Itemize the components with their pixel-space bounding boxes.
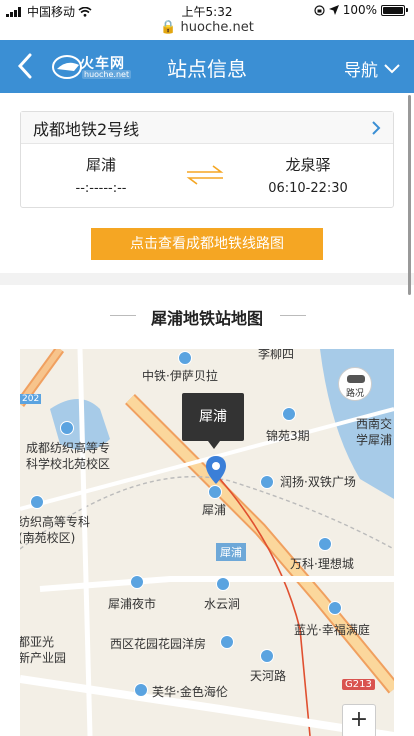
location-icon xyxy=(328,5,339,15)
traffic-label: 路况 xyxy=(345,389,364,399)
station-tooltip: 犀浦 xyxy=(182,393,244,449)
line-card[interactable]: 成都地铁2号线 犀浦 --:-----:-- 龙泉驿 06:10-22:30 xyxy=(20,111,394,208)
orientation-lock-icon xyxy=(314,4,325,16)
map-label: 万科·理想城 xyxy=(290,557,354,571)
map-label: 科学校北苑校区 xyxy=(26,457,111,471)
poi-icon xyxy=(318,537,332,551)
poi-icon xyxy=(220,635,234,649)
poi-icon xyxy=(130,575,144,589)
line-header[interactable]: 成都地铁2号线 xyxy=(21,112,393,144)
station-row: 犀浦 --:-----:-- 龙泉驿 06:10-22:30 xyxy=(21,144,393,208)
battery-percent: 100% xyxy=(342,3,377,17)
poi-icon xyxy=(178,351,192,365)
map-label: 润扬·双铁广场 xyxy=(280,475,356,489)
metro-station-icon xyxy=(208,485,222,499)
app-header: 火车网 huoche.net 站点信息 导航 xyxy=(0,40,414,93)
map-label: 成都纺织高等专 xyxy=(26,441,111,455)
url-bar[interactable]: 🔒 huoche.net xyxy=(0,20,414,35)
map-label: 都亚光 xyxy=(20,635,55,649)
map-pin-icon[interactable] xyxy=(205,455,227,485)
map-label: 锦苑3期 xyxy=(266,429,310,443)
traffic-icon xyxy=(347,375,365,383)
station-map[interactable]: 202 李柳四 中铁·伊萨贝拉 西南交 学犀浦 锦苑3期 成都纺织高等专 科学校… xyxy=(20,349,394,736)
map-label: 李柳四 xyxy=(258,349,295,361)
to-station-time: 06:10-22:30 xyxy=(268,181,348,196)
from-station-name: 犀浦 xyxy=(85,156,116,174)
station-map-section: 犀浦地铁站地图 202 李柳四 中铁·伊萨贝拉 西南交 学犀浦 锦苑3期 成都纺… xyxy=(0,285,414,736)
battery-tip xyxy=(406,8,408,12)
from-station-block: 犀浦 --:-----:-- xyxy=(51,154,151,196)
poi-icon xyxy=(30,495,44,509)
map-label: 西区花园花园洋房 xyxy=(110,637,207,651)
road-name-tag: 犀浦 xyxy=(216,543,246,561)
lock-icon: 🔒 xyxy=(160,20,177,35)
poi-icon xyxy=(134,683,148,697)
to-station-block: 龙泉驿 06:10-22:30 xyxy=(253,154,363,196)
map-label: 中铁·伊萨贝拉 xyxy=(142,369,218,383)
map-label: 西南交 xyxy=(356,417,393,431)
line-name: 成都地铁2号线 xyxy=(33,119,140,139)
poi-icon xyxy=(216,577,230,591)
map-label: 新产业园 xyxy=(20,651,67,665)
map-label: (南苑校区) xyxy=(20,531,76,545)
from-station-time: --:-----:-- xyxy=(75,181,127,196)
page-scrollbar[interactable] xyxy=(408,95,411,295)
url-text: huoche.net xyxy=(180,20,254,35)
map-label: 犀浦 xyxy=(202,503,227,517)
poi-icon xyxy=(328,601,342,615)
nav-menu-button[interactable]: 导航 xyxy=(344,56,400,81)
map-label: 水云涧 xyxy=(204,597,241,611)
chevron-down-icon xyxy=(384,63,400,73)
road-number-tag: 202 xyxy=(20,394,42,404)
traffic-toggle[interactable]: 路况 xyxy=(338,367,372,401)
poi-icon xyxy=(260,649,274,663)
battery-icon xyxy=(381,4,405,16)
title-divider-right xyxy=(280,315,306,316)
poi-icon xyxy=(260,475,274,489)
line-info-section: 成都地铁2号线 犀浦 --:-----:-- 龙泉驿 06:10-22:30 点… xyxy=(0,93,414,273)
to-station-name: 龙泉驿 xyxy=(285,156,331,174)
highway-tag: G213 xyxy=(342,679,375,690)
status-bar: 中国移动 上午5:32 🔒 huoche.net 100% xyxy=(0,0,414,40)
chevron-right-icon xyxy=(372,120,381,135)
zoom-in-button[interactable]: + xyxy=(342,704,376,736)
map-label: 蓝光·幸福满庭 xyxy=(294,623,370,637)
poi-icon xyxy=(282,407,296,421)
map-label: 芙华·金色海伦 xyxy=(152,685,228,699)
map-label: 学犀浦 xyxy=(356,433,393,447)
map-label: 犀浦夜市 xyxy=(108,597,157,611)
map-label: 纺织高等专科 xyxy=(20,515,91,529)
nav-label: 导航 xyxy=(344,61,378,81)
poi-icon xyxy=(60,421,74,435)
swap-arrows-icon xyxy=(186,165,224,185)
map-label: 天河路 xyxy=(250,669,287,683)
map-section-title: 犀浦地铁站地图 xyxy=(150,309,263,328)
status-right: 100% xyxy=(314,3,408,17)
view-line-map-button[interactable]: 点击查看成都地铁线路图 xyxy=(91,228,323,260)
